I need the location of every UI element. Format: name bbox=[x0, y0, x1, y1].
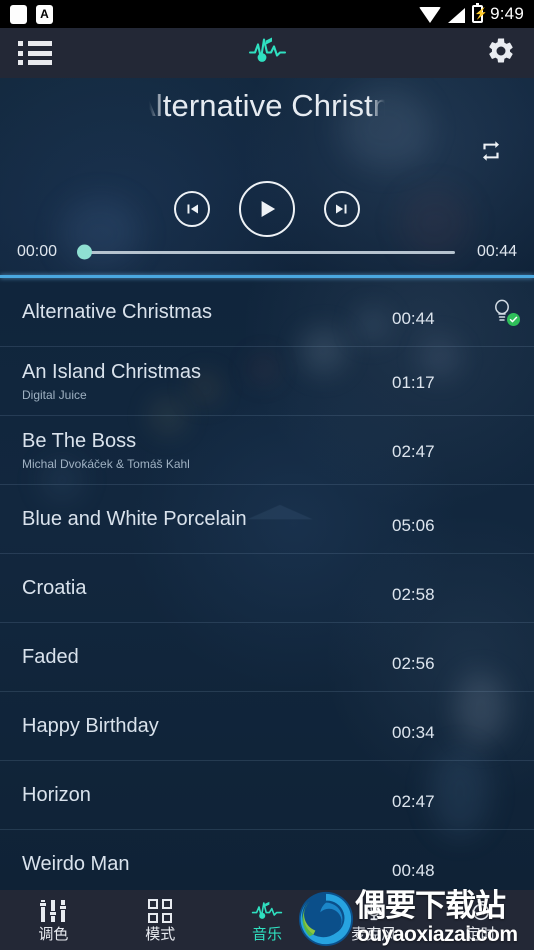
status-bar: A ⚡ 9:49 bbox=[0, 0, 534, 28]
now-playing-title: Alternative Christmas bbox=[149, 88, 385, 123]
table-row[interactable]: An Island Christmas Digital Juice 01:17 bbox=[0, 347, 534, 416]
letter-a-icon: A bbox=[36, 4, 53, 24]
duration-time: 00:44 bbox=[476, 243, 517, 260]
skip-previous-icon[interactable] bbox=[174, 191, 210, 227]
track-list[interactable]: Alternative Christmas 00:44 An Island Chri… bbox=[0, 278, 534, 893]
track-duration: 00:34 bbox=[392, 723, 435, 742]
track-meta: Faded bbox=[22, 646, 392, 669]
table-row[interactable]: Weirdo Man 00:48 bbox=[0, 830, 534, 893]
skip-next-icon[interactable] bbox=[324, 191, 360, 227]
play-icon[interactable] bbox=[239, 181, 295, 237]
track-meta: Blue and White Porcelain bbox=[22, 508, 392, 531]
table-row[interactable]: Blue and White Porcelain 05:06 bbox=[0, 485, 534, 554]
table-row[interactable]: Alternative Christmas 00:44 bbox=[0, 278, 534, 347]
track-meta: Weirdo Man bbox=[22, 853, 392, 876]
nav-label-mode: 模式 bbox=[145, 925, 176, 943]
track-meta: Be The Boss Michal Dvoƙáček & Tomáš Kahl bbox=[22, 430, 392, 471]
track-title: Croatia bbox=[22, 576, 87, 599]
nav-item-color[interactable]: 调色 bbox=[0, 890, 107, 950]
table-row[interactable]: Be The Boss Michal Dvoƙáček & Tomáš Kahl 0… bbox=[0, 416, 534, 485]
track-meta: Happy Birthday bbox=[22, 715, 392, 738]
microphone-icon bbox=[363, 899, 385, 923]
nav-item-microphone[interactable]: 麦克风 bbox=[320, 890, 427, 950]
track-duration: 02:56 bbox=[392, 654, 435, 673]
track-duration: 00:44 bbox=[392, 309, 435, 328]
repeat-icon[interactable] bbox=[478, 138, 504, 169]
track-duration: 05:06 bbox=[392, 516, 435, 535]
gear-icon[interactable] bbox=[486, 36, 516, 71]
track-title: An Island Christmas bbox=[22, 360, 201, 383]
track-duration: 00:48 bbox=[392, 861, 435, 880]
track-title: Faded bbox=[22, 645, 79, 668]
transport-controls bbox=[0, 181, 534, 237]
track-meta: Croatia bbox=[22, 577, 392, 600]
status-bar-left-icons: A bbox=[10, 4, 53, 24]
seek-bar-row: 00:00 00:44 bbox=[0, 243, 534, 261]
track-title: Alternative Christmas bbox=[22, 300, 213, 323]
music-note-wave-icon bbox=[247, 34, 287, 73]
grid-icon bbox=[148, 898, 173, 923]
track-title: Horizon bbox=[22, 783, 91, 806]
white-square-icon bbox=[10, 4, 27, 24]
track-duration: 02:58 bbox=[392, 585, 435, 604]
music-note-wave-icon bbox=[251, 899, 283, 923]
table-row[interactable]: Horizon 02:47 bbox=[0, 761, 534, 830]
nav-item-timer[interactable]: 定时 bbox=[427, 890, 534, 950]
timer-icon bbox=[470, 899, 492, 923]
track-meta: An Island Christmas Digital Juice bbox=[22, 361, 392, 402]
status-bar-clock: 9:49 bbox=[490, 4, 524, 23]
battery-charging-icon: ⚡ bbox=[472, 3, 488, 23]
player-panel: Alternative Christmas bbox=[0, 78, 534, 275]
player-list-divider bbox=[0, 275, 534, 278]
track-meta: Horizon bbox=[22, 784, 392, 807]
table-row[interactable]: Croatia 02:58 bbox=[0, 554, 534, 623]
nav-item-mode[interactable]: 模式 bbox=[107, 890, 214, 950]
track-rows-container: Alternative Christmas 00:44 An Island Chri… bbox=[0, 278, 534, 893]
table-row[interactable]: Faded 02:56 bbox=[0, 623, 534, 692]
track-badge-slot bbox=[474, 299, 534, 326]
seek-bar[interactable] bbox=[77, 244, 455, 260]
track-title: Weirdo Man bbox=[22, 852, 130, 875]
signal-icon bbox=[448, 7, 466, 23]
track-title: Be The Boss bbox=[22, 429, 137, 452]
track-title: Happy Birthday bbox=[22, 714, 159, 737]
nav-label-music: 音乐 bbox=[251, 925, 282, 943]
nav-label-timer: 定时 bbox=[465, 925, 496, 943]
bottom-navigation: 调色 模式 音乐 麦克风 定时 bbox=[0, 890, 534, 950]
track-duration: 02:47 bbox=[392, 442, 435, 461]
track-duration: 01:17 bbox=[392, 373, 435, 392]
track-artist: Michal Dvoƙáček & Tomáš Kahl bbox=[22, 456, 190, 471]
status-bar-right-icons: ⚡ 9:49 bbox=[419, 3, 524, 24]
nav-label-microphone: 麦克风 bbox=[351, 925, 397, 943]
sliders-icon bbox=[39, 899, 68, 923]
app-root: A ⚡ 9:49 Alternative Christ 00:00 00:44 … bbox=[0, 0, 534, 950]
seek-thumb[interactable] bbox=[77, 244, 92, 260]
list-icon[interactable] bbox=[18, 41, 52, 65]
nav-label-color: 调色 bbox=[38, 925, 69, 943]
check-badge-icon bbox=[507, 313, 520, 326]
track-artist: Digital Juice bbox=[22, 387, 87, 402]
microphone-check-icon bbox=[493, 299, 520, 326]
nav-item-music[interactable]: 音乐 bbox=[214, 890, 321, 950]
table-row[interactable]: Happy Birthday 00:34 bbox=[0, 692, 534, 761]
now-playing-title-marquee: Alternative Christmas bbox=[0, 78, 534, 134]
wifi-icon bbox=[419, 7, 442, 23]
elapsed-time: 00:00 bbox=[17, 243, 58, 260]
track-duration: 02:47 bbox=[392, 792, 435, 811]
track-meta: Alternative Christmas bbox=[22, 301, 392, 324]
app-bar bbox=[0, 28, 534, 78]
track-title: Blue and White Porcelain bbox=[22, 507, 247, 530]
